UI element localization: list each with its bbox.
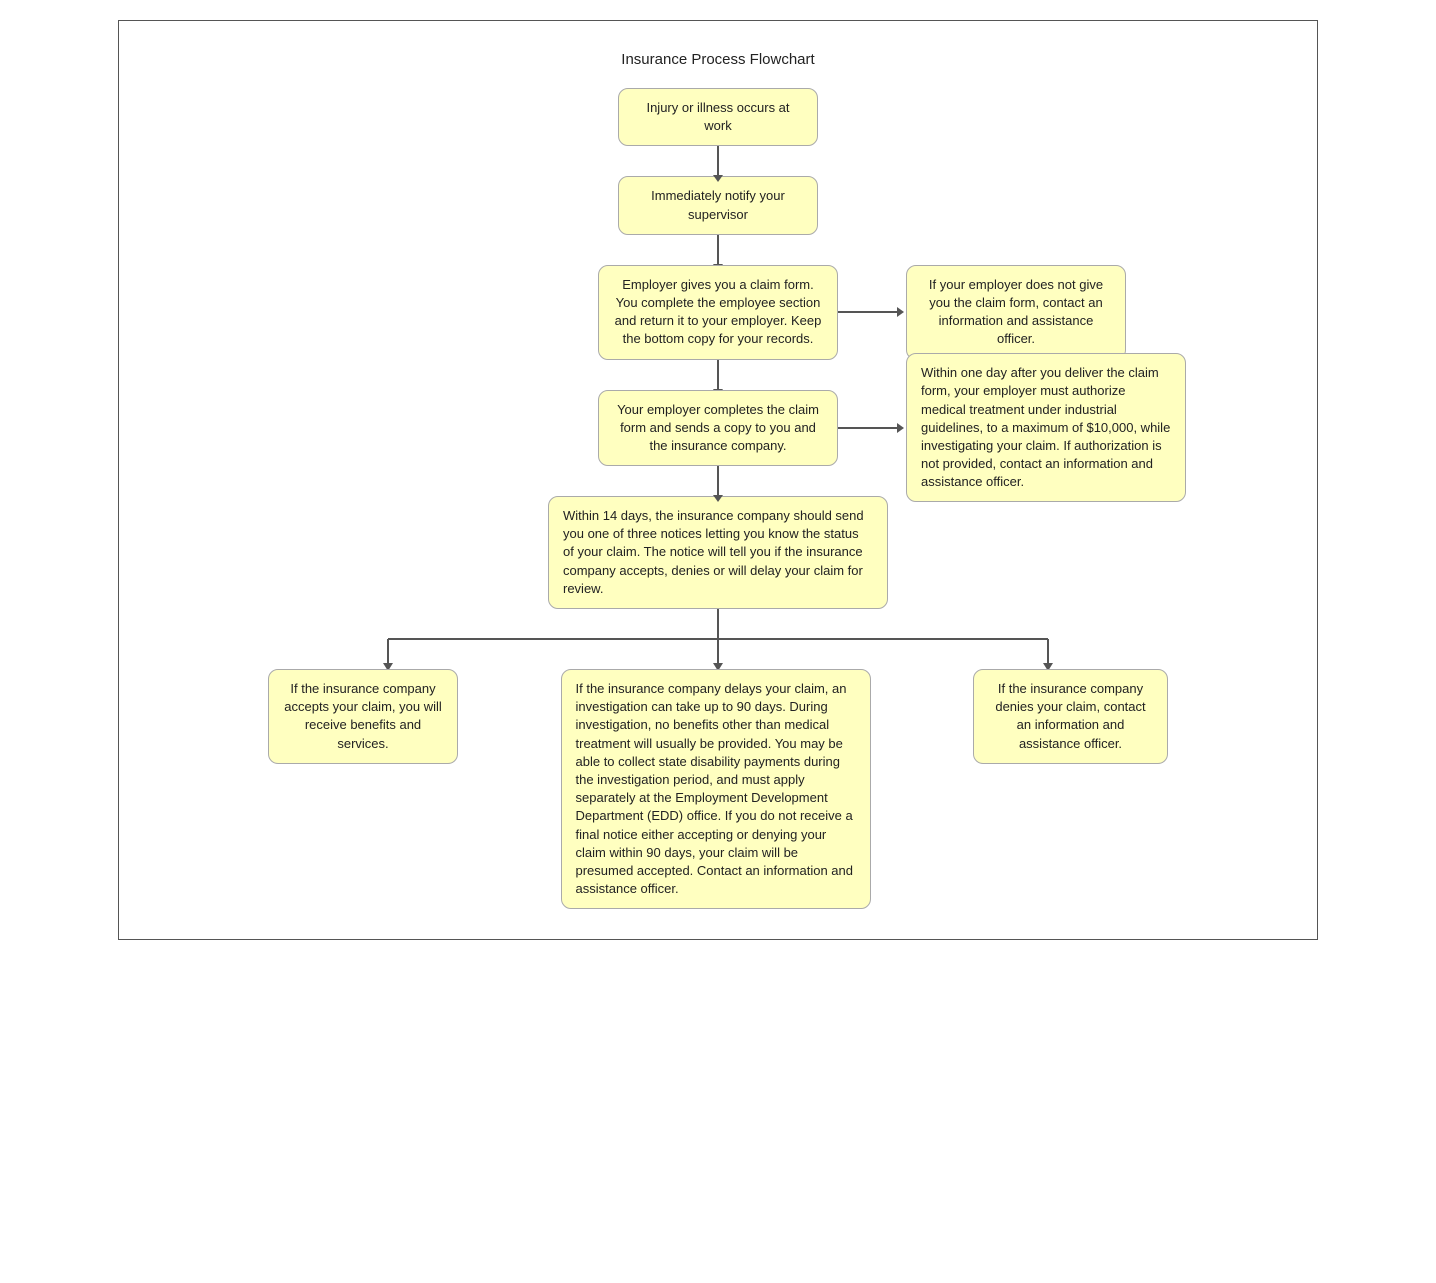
side-connector-3: If your employer does not give you the c… (838, 265, 1126, 360)
arrow-2 (717, 235, 719, 265)
row-4: Your employer completes the claim form a… (139, 390, 1297, 467)
node-delayed: If the insurance company delays your cla… (561, 669, 871, 909)
arrow-3 (717, 360, 719, 390)
page-container: Insurance Process Flowchart Injury or il… (118, 20, 1318, 940)
h-arrow-line-3 (838, 311, 898, 313)
arrow-4 (717, 466, 719, 496)
bottom-row: If the insurance company accepts your cl… (268, 669, 1168, 909)
side-connector-4: Within one day after you deliver the cla… (838, 353, 1186, 502)
page-title: Insurance Process Flowchart (139, 51, 1297, 68)
node-accepted: If the insurance company accepts your cl… (268, 669, 458, 764)
node-notify: Immediately notify your supervisor (618, 176, 818, 234)
row-3: Employer gives you a claim form. You com… (139, 265, 1297, 360)
arrow-1 (717, 146, 719, 176)
node-claim-form-side: If your employer does not give you the c… (906, 265, 1126, 360)
flowchart: Injury or illness occurs at work Immedia… (139, 88, 1297, 909)
branch-svg (268, 609, 1168, 669)
node-14days: Within 14 days, the insurance company sh… (548, 496, 888, 609)
node-injury: Injury or illness occurs at work (618, 88, 818, 146)
node-employer-completes: Your employer completes the claim form a… (598, 390, 838, 467)
node-denied: If the insurance company denies your cla… (973, 669, 1168, 764)
node-claim-form: Employer gives you a claim form. You com… (598, 265, 838, 360)
node-employer-completes-side: Within one day after you deliver the cla… (906, 353, 1186, 502)
h-arrow-line-4 (838, 427, 898, 429)
